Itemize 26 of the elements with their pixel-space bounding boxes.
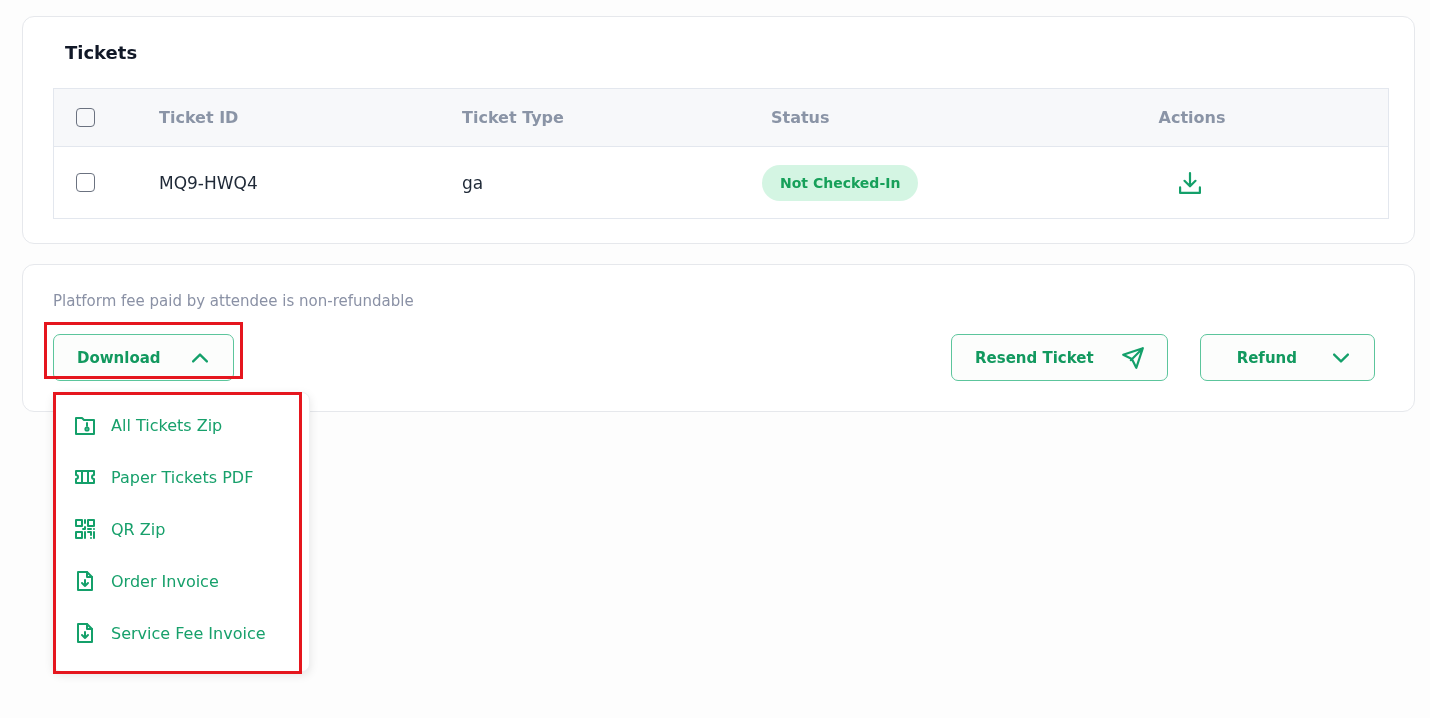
menu-item[interactable]: All Tickets Zip [54,399,309,451]
checkbox[interactable] [76,108,95,127]
status-badge: Not Checked-In [762,164,919,201]
download-icon[interactable] [1179,171,1201,194]
refund-note: Platform fee paid by attendee is non-refundable [53,291,415,311]
qr-code-icon [75,519,95,539]
card-title: Tickets [65,41,138,65]
ticket-icon [75,467,95,487]
file-download-icon [75,623,95,643]
menu-item[interactable]: Paper Tickets PDF [54,451,309,503]
file-download-icon [75,571,95,591]
ticket-type: ga [462,172,484,193]
column-header: Ticket Type [462,108,564,127]
menu-item[interactable]: Order Invoice [54,555,309,607]
column-header: Ticket ID [159,108,239,127]
checkbox[interactable] [76,173,95,192]
folder-icon [75,415,95,435]
column-header: Status [771,108,830,127]
menu-item[interactable]: QR Zip [54,503,309,555]
download-button[interactable]: Download [53,334,234,381]
resend-ticket-button[interactable]: Resend Ticket [951,334,1168,381]
refund-button[interactable]: Refund [1199,334,1375,381]
column-header: Actions [1158,108,1226,127]
send-icon [1120,345,1145,370]
ticket-id: MQ9-HWQ4 [159,172,258,193]
menu-item[interactable]: Service Fee Invoice [54,607,309,659]
